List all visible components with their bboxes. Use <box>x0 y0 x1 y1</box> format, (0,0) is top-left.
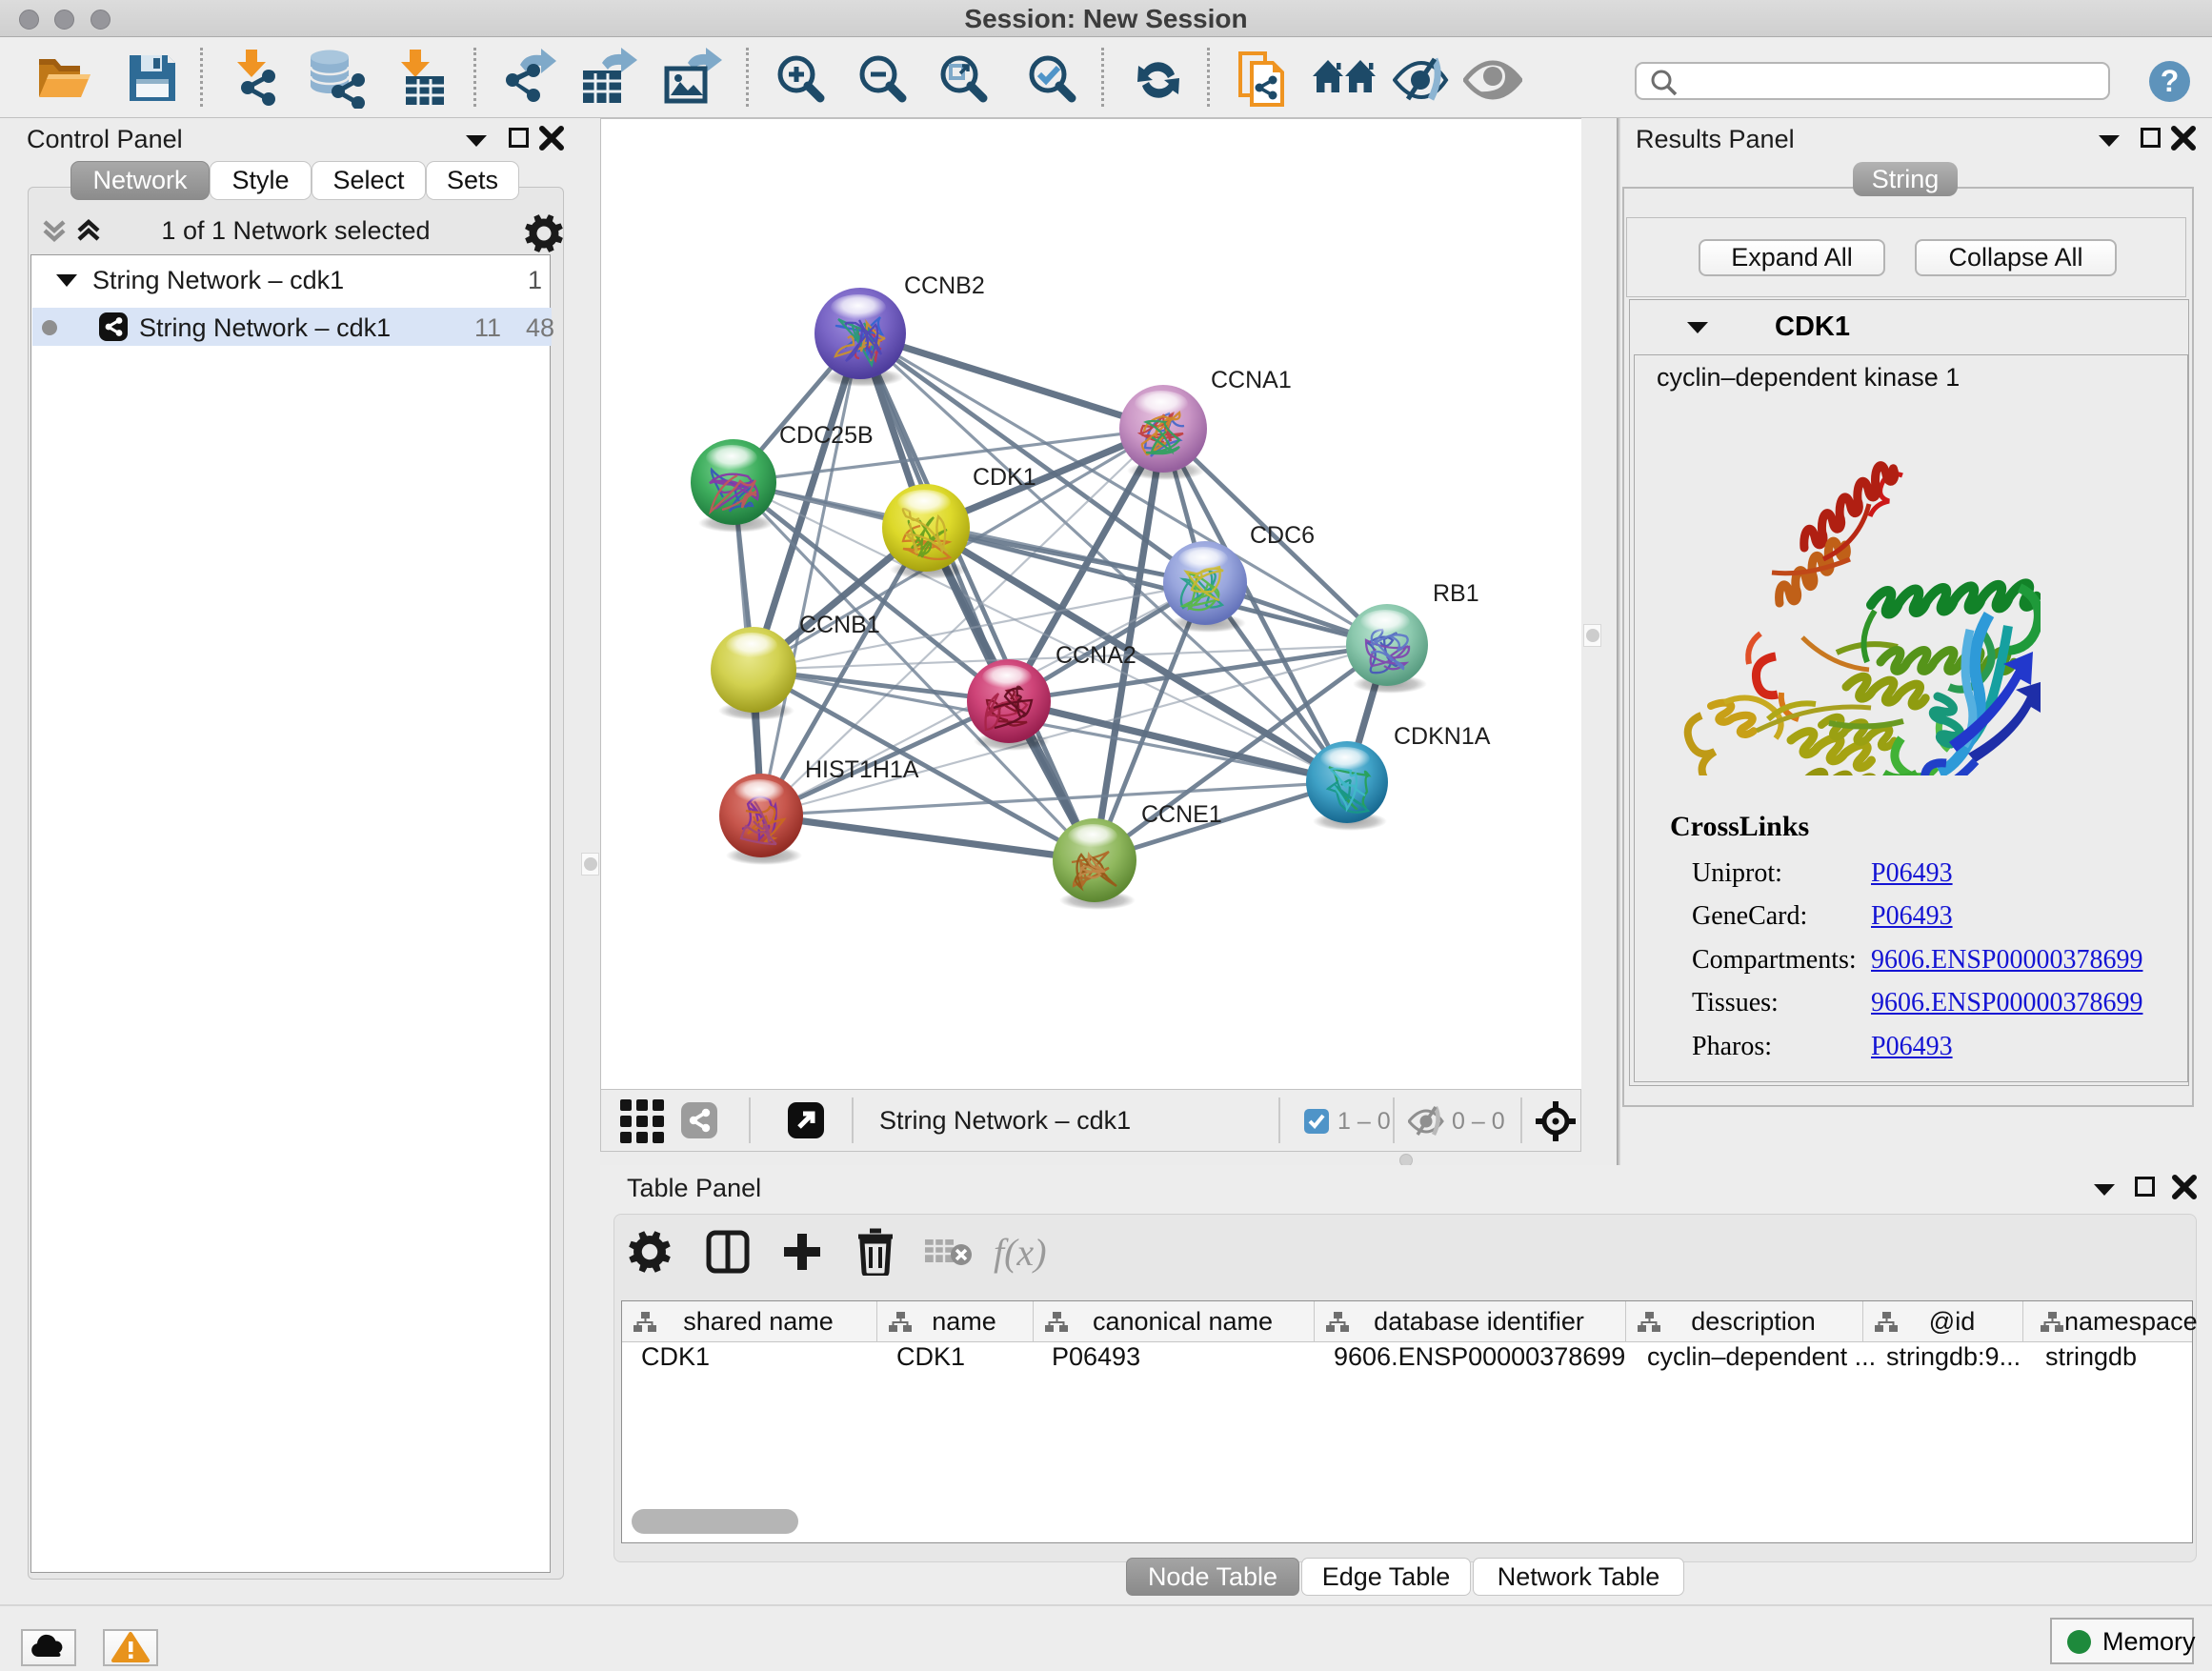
svg-text:?: ? <box>2161 64 2180 98</box>
svg-text:CCNB1: CCNB1 <box>799 612 880 638</box>
svg-text:CCNB2: CCNB2 <box>904 272 985 299</box>
svg-text:CCNA2: CCNA2 <box>1056 642 1136 669</box>
svg-text:CDKN1A: CDKN1A <box>1394 723 1491 750</box>
svg-text:CCNA1: CCNA1 <box>1211 367 1292 393</box>
svg-text:CDC25B: CDC25B <box>779 422 874 449</box>
svg-text:HIST1H1A: HIST1H1A <box>805 756 919 783</box>
svg-text:CDC6: CDC6 <box>1250 522 1315 549</box>
svg-text:CDK1: CDK1 <box>973 464 1036 491</box>
svg-text:CCNE1: CCNE1 <box>1141 801 1222 828</box>
svg-text:RB1: RB1 <box>1433 580 1479 607</box>
